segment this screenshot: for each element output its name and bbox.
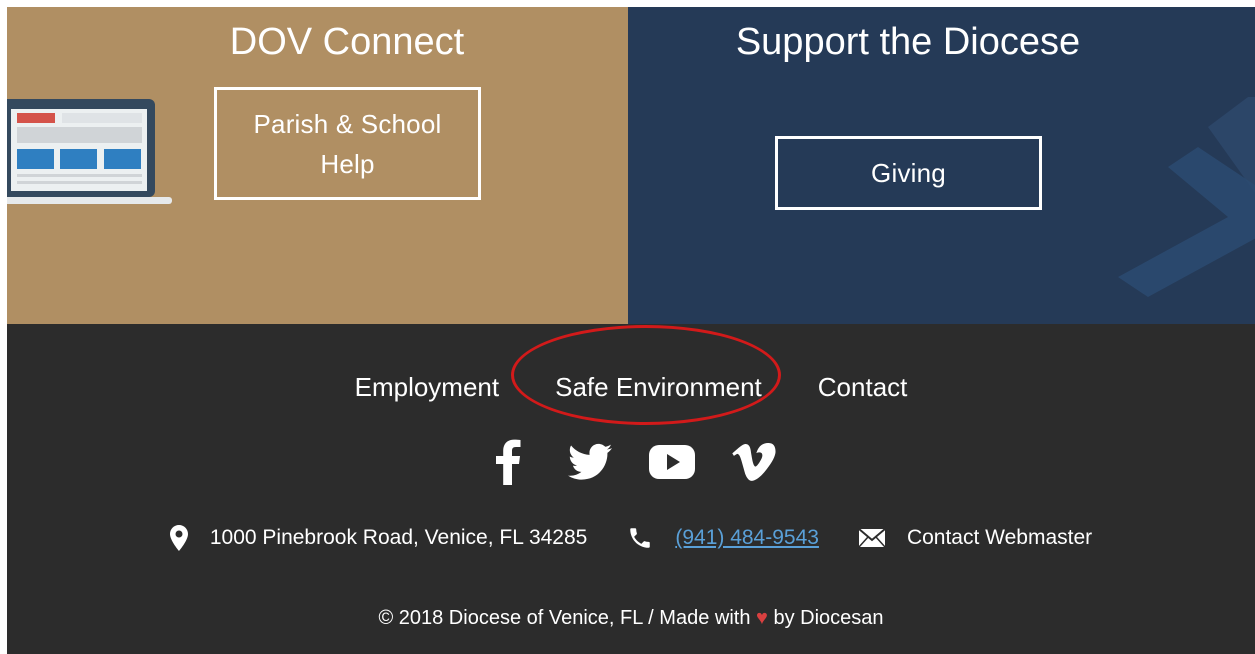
footer-nav: Employment Safe Environment Contact xyxy=(7,367,1255,407)
phone-item: (941) 484-9543 xyxy=(627,525,819,551)
contact-info-row: 1000 Pinebrook Road, Venice, FL 34285 (9… xyxy=(7,525,1255,551)
nav-link-contact[interactable]: Contact xyxy=(818,367,908,407)
phone-link[interactable]: (941) 484-9543 xyxy=(675,526,819,550)
laptop-illustration xyxy=(7,99,172,204)
support-diocese-title: Support the Diocese xyxy=(735,21,1081,63)
address-item: 1000 Pinebrook Road, Venice, FL 34285 xyxy=(169,525,588,551)
nav-link-employment[interactable]: Employment xyxy=(355,367,500,407)
heart-icon: ♥ xyxy=(756,607,768,629)
twitter-icon[interactable] xyxy=(562,437,618,487)
map-pin-icon xyxy=(169,525,188,551)
parish-school-help-button[interactable]: Parish & School Help xyxy=(214,87,481,200)
contact-webmaster-link[interactable]: Contact Webmaster xyxy=(907,526,1092,550)
page-frame: DOV Connect Parish & School Help Support… xyxy=(7,7,1255,654)
facebook-icon[interactable] xyxy=(480,437,536,487)
giving-button[interactable]: Giving xyxy=(775,136,1042,210)
decorative-chevron-icon xyxy=(1118,97,1255,297)
address-text: 1000 Pinebrook Road, Venice, FL 34285 xyxy=(209,526,588,549)
copyright-line: © 2018 Diocese of Venice, FL / Made with… xyxy=(7,607,1255,630)
support-diocese-panel: Support the Diocese Giving xyxy=(628,7,1255,324)
copyright-prefix: © 2018 Diocese of Venice, FL / Made with xyxy=(378,607,751,629)
envelope-icon xyxy=(858,529,885,547)
webmaster-item: Contact Webmaster xyxy=(858,526,1092,550)
vimeo-icon[interactable] xyxy=(726,437,782,487)
youtube-icon[interactable] xyxy=(644,437,700,487)
dov-connect-title: DOV Connect xyxy=(229,21,465,63)
copyright-suffix[interactable]: by Diocesan xyxy=(773,607,883,629)
dov-connect-panel: DOV Connect Parish & School Help xyxy=(7,7,628,324)
nav-link-safe-environment[interactable]: Safe Environment xyxy=(555,367,762,407)
social-links xyxy=(7,437,1255,487)
phone-icon xyxy=(627,525,653,551)
